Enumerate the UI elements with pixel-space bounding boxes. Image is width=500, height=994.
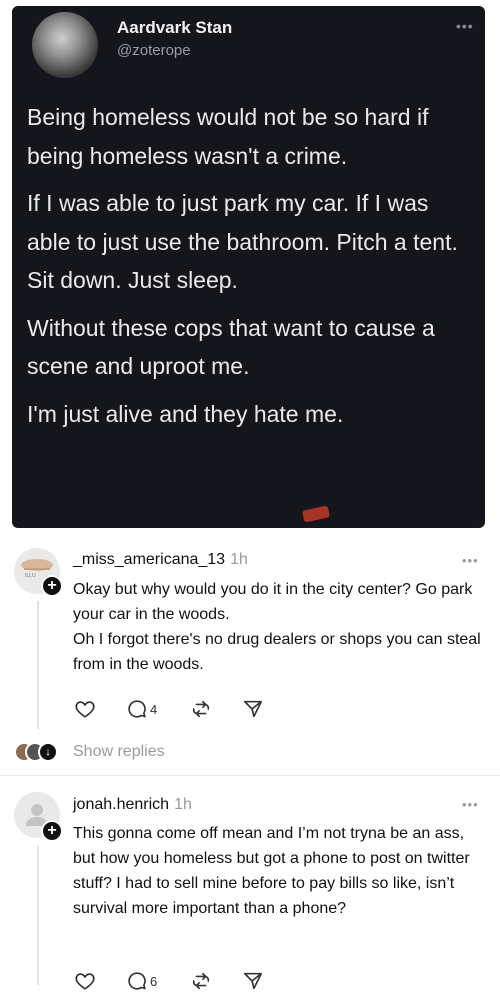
comment-username-text[interactable]: jonah.henrich: [73, 796, 169, 813]
comment-text: Okay but why would you do it in the city…: [73, 581, 481, 673]
reply-button[interactable]: 6: [126, 970, 157, 992]
comment-more-icon[interactable]: •••: [462, 553, 479, 568]
thread-line: [37, 601, 39, 729]
like-button[interactable]: [74, 698, 96, 720]
comment-more-icon[interactable]: •••: [462, 797, 479, 812]
comment-bubble-icon: [128, 972, 146, 990]
thread-line: [37, 846, 39, 985]
tweet-paragraph: If I was able to just park my car. If I …: [27, 190, 458, 293]
svg-text:ILLU: ILLU: [25, 573, 36, 579]
share-button[interactable]: [242, 970, 264, 992]
reply-count: 4: [150, 701, 158, 717]
tweet-paragraph: Being homeless would not be so hard if b…: [27, 104, 429, 169]
reply-button[interactable]: 4: [126, 698, 157, 720]
tweet-paragraph: Without these cops that want to cause a …: [27, 314, 435, 380]
send-icon: [243, 700, 263, 718]
repost-button[interactable]: [190, 698, 212, 720]
like-button[interactable]: [74, 970, 96, 992]
comment-divider: [0, 775, 500, 776]
follow-plus-icon[interactable]: +: [41, 575, 63, 597]
follow-plus-icon[interactable]: +: [41, 820, 63, 842]
comment-username[interactable]: jonah.henrich 1h: [73, 796, 192, 814]
comment-time: 1h: [174, 796, 192, 813]
reply-count: 6: [150, 973, 158, 989]
repost-icon: [192, 700, 210, 718]
heart-icon: [75, 701, 95, 718]
repost-button[interactable]: [190, 970, 212, 992]
tweet-paragraph: I'm just alive and they hate me.: [27, 400, 344, 427]
tweet-author-name: Aardvark Stan: [117, 18, 233, 37]
watermark-mark: [302, 505, 330, 523]
arrow-down-icon[interactable]: ↓: [38, 742, 58, 762]
tweet-more-icon: •••: [456, 18, 474, 34]
share-button[interactable]: [242, 698, 264, 720]
send-icon: [243, 972, 263, 990]
comment-text: This gonna come off mean and I’m not try…: [73, 825, 470, 917]
heart-icon: [75, 973, 95, 990]
comment-time: 1h: [230, 551, 248, 568]
comment-bubble-icon: [128, 700, 146, 718]
comment-username-text[interactable]: _miss_americana_13: [73, 551, 225, 568]
tweet-author-handle: @zoterope: [117, 42, 191, 59]
comment-username[interactable]: _miss_americana_13 1h: [73, 551, 248, 569]
repost-icon: [192, 972, 210, 990]
show-replies-link[interactable]: Show replies: [73, 743, 165, 761]
tweet-body: Being homeless would not be so hard if b…: [27, 98, 477, 442]
embedded-tweet-image[interactable]: Aardvark Stan @zoterope ••• Being homele…: [12, 6, 485, 528]
tweet-author-avatar: [32, 12, 98, 78]
